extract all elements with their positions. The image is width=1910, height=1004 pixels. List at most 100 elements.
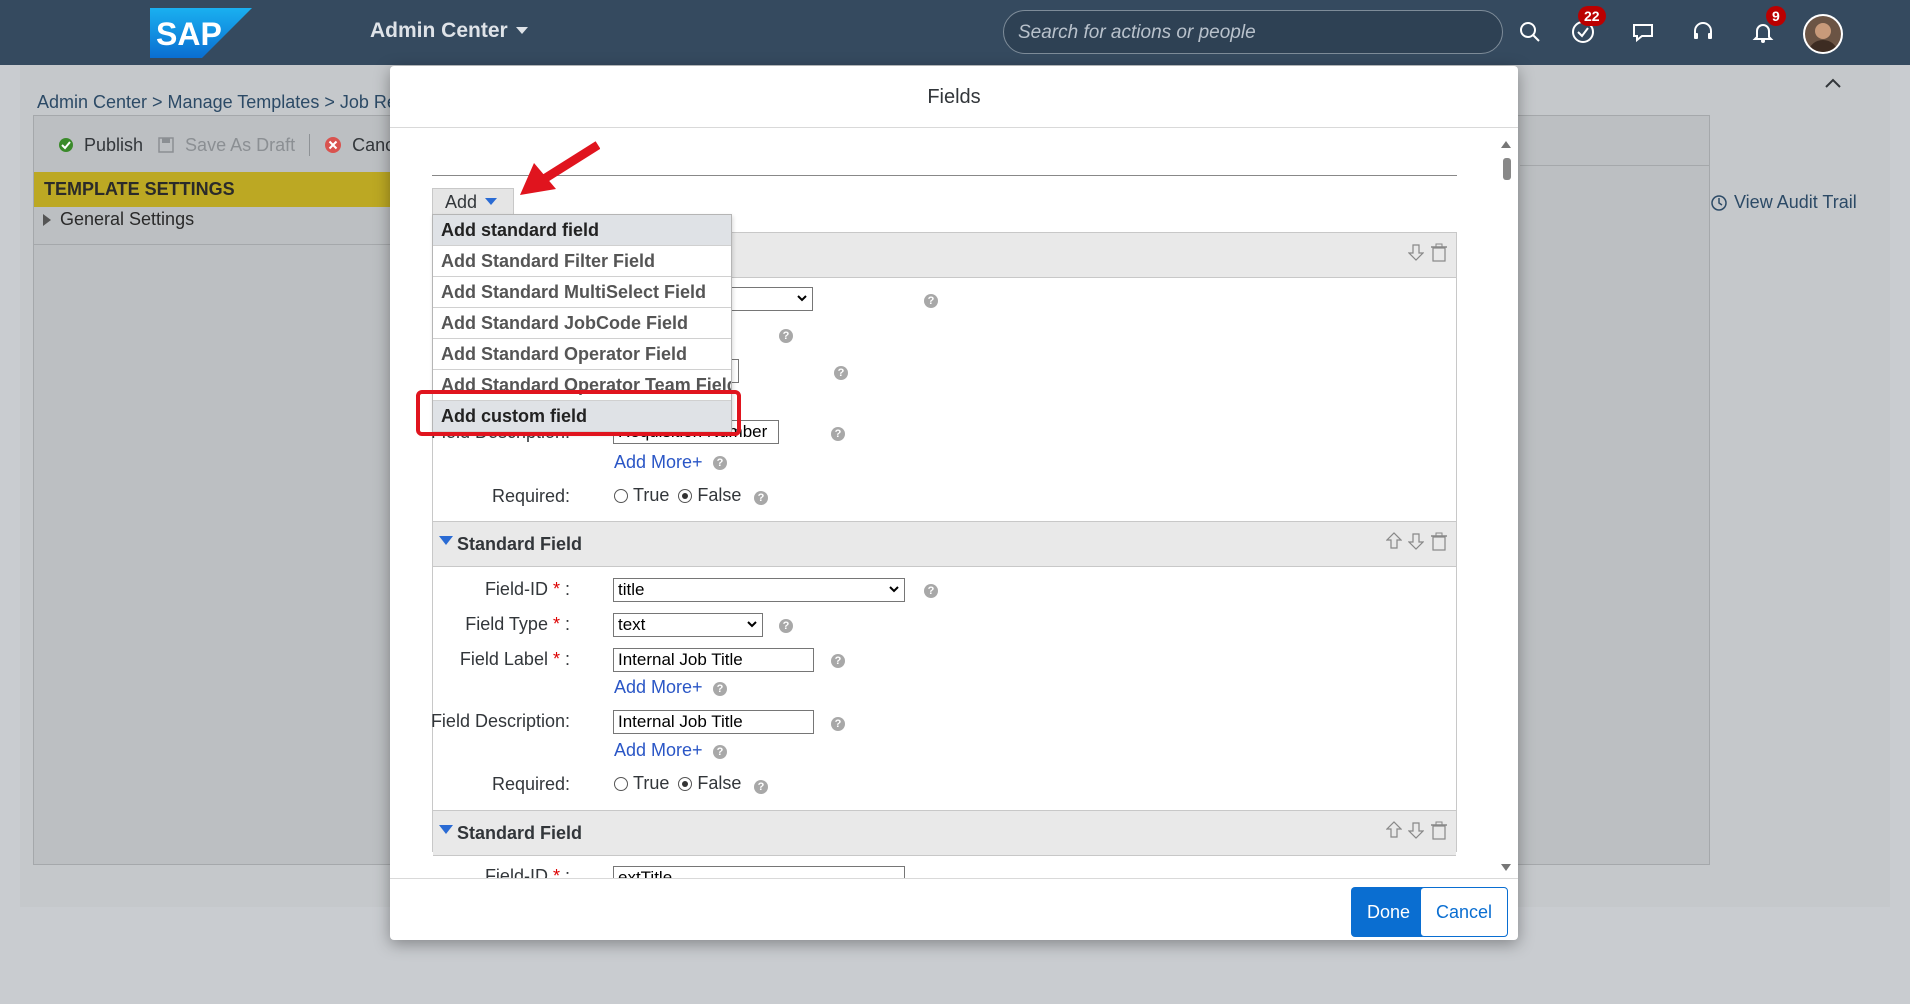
- section-title: Standard Field: [457, 534, 583, 554]
- app-title-menu[interactable]: Admin Center: [370, 19, 528, 43]
- section-actions: [1408, 243, 1448, 263]
- true-label: True: [633, 485, 670, 505]
- false-label: False: [697, 773, 742, 793]
- add-more-link[interactable]: Add More+: [614, 677, 703, 698]
- cancel-template-button[interactable]: Canc: [324, 135, 394, 156]
- cancel-button[interactable]: Cancel: [1420, 887, 1508, 937]
- add-field-label: Add: [445, 191, 478, 212]
- publish-label: Publish: [84, 134, 144, 155]
- save-as-draft-button[interactable]: Save As Draft: [157, 135, 295, 156]
- menu-item-add-standard-multiselect-field[interactable]: Add Standard MultiSelect Field: [433, 277, 731, 308]
- required-false-radio[interactable]: [678, 488, 693, 503]
- field-id-value: title: [618, 580, 645, 599]
- field-label-label: Field Label * :: [459, 649, 570, 669]
- sap-logo[interactable]: SAP: [150, 8, 252, 58]
- dialog-scrollbar[interactable]: [1498, 136, 1514, 876]
- divider: [34, 244, 394, 245]
- move-down-icon[interactable]: [1408, 243, 1424, 261]
- field-description-input[interactable]: Internal Job Title: [613, 710, 814, 734]
- required-radio-group: True False: [614, 485, 741, 506]
- check-circle-icon: [59, 138, 73, 152]
- headset-icon[interactable]: [1689, 18, 1717, 46]
- required-label: Required:: [491, 774, 570, 794]
- add-more-link[interactable]: Add More+: [614, 740, 703, 761]
- field-description-label: Field Description:: [430, 711, 570, 731]
- view-audit-trail-label: View Audit Trail: [1734, 192, 1857, 212]
- move-down-icon[interactable]: [1408, 532, 1424, 550]
- notification-badge: 9: [1766, 6, 1786, 26]
- add-field-button[interactable]: Add: [432, 188, 514, 216]
- chevron-up-icon[interactable]: [1824, 76, 1842, 94]
- true-label: True: [633, 773, 670, 793]
- search-icon[interactable]: [1516, 18, 1544, 46]
- caret-down-icon: [515, 27, 528, 34]
- move-up-icon[interactable]: [1386, 821, 1402, 839]
- help-icon[interactable]: ?: [754, 780, 768, 794]
- avatar[interactable]: [1803, 14, 1843, 54]
- menu-item-add-standard-operator-field[interactable]: Add Standard Operator Field: [433, 339, 731, 370]
- section-header[interactable]: Standard Field: [433, 521, 1456, 567]
- dialog-title: Fields: [390, 66, 1518, 128]
- help-icon[interactable]: ?: [831, 717, 845, 731]
- chat-icon[interactable]: [1629, 18, 1657, 46]
- menu-item-add-standard-jobcode-field[interactable]: Add Standard JobCode Field: [433, 308, 731, 339]
- required-label: Required:: [491, 486, 570, 506]
- field-id-label: Field-ID * :: [484, 866, 570, 878]
- delete-icon[interactable]: [1430, 243, 1448, 263]
- help-icon[interactable]: ?: [831, 427, 845, 441]
- triangle-right-icon: [43, 213, 51, 226]
- svg-text:SAP: SAP: [156, 16, 222, 52]
- help-icon[interactable]: ?: [831, 654, 845, 668]
- general-settings-item[interactable]: General Settings: [42, 209, 194, 230]
- template-toolbar: Publish Save As Draft Canc: [58, 134, 394, 156]
- dialog-footer: Done Cancel: [390, 878, 1518, 940]
- delete-icon[interactable]: [1430, 821, 1448, 841]
- move-up-icon[interactable]: [1386, 532, 1402, 550]
- divider: [1520, 165, 1710, 166]
- delete-icon[interactable]: [1430, 532, 1448, 552]
- help-icon[interactable]: ?: [779, 619, 793, 633]
- field-type-select[interactable]: text: [613, 613, 763, 637]
- collapse-triangle-icon[interactable]: [439, 536, 453, 545]
- collapse-triangle-icon[interactable]: [439, 825, 453, 834]
- chevron-down-icon: [889, 586, 899, 593]
- field-id-value: extTitle: [618, 868, 673, 878]
- help-icon[interactable]: ?: [754, 491, 768, 505]
- section-title: Standard Field: [457, 823, 583, 843]
- field-id-select[interactable]: title: [613, 578, 905, 602]
- annotation-arrow-icon: [520, 141, 600, 195]
- publish-button[interactable]: Publish: [58, 135, 143, 156]
- search-placeholder: Search for actions or people: [1018, 22, 1256, 43]
- section-actions: [1386, 821, 1448, 841]
- help-icon[interactable]: ?: [924, 584, 938, 598]
- false-label: False: [697, 485, 742, 505]
- help-icon[interactable]: ?: [713, 682, 727, 696]
- help-icon[interactable]: ?: [779, 329, 793, 343]
- menu-item-add-standard-field[interactable]: Add standard field: [433, 215, 731, 246]
- section-actions: [1386, 532, 1448, 552]
- app-title: Admin Center: [370, 19, 508, 42]
- help-icon[interactable]: ?: [924, 294, 938, 308]
- move-down-icon[interactable]: [1408, 821, 1424, 839]
- todo-badge: 22: [1578, 6, 1606, 26]
- section-header[interactable]: Standard Field: [433, 810, 1456, 856]
- required-false-radio[interactable]: [678, 776, 693, 791]
- help-icon[interactable]: ?: [713, 456, 727, 470]
- cancel-template-label: Canc: [352, 134, 395, 155]
- menu-item-add-standard-filter-field[interactable]: Add Standard Filter Field: [433, 246, 731, 277]
- done-button[interactable]: Done: [1351, 887, 1426, 937]
- help-icon[interactable]: ?: [834, 366, 848, 380]
- breadcrumb[interactable]: Admin Center > Manage Templates > Job Re…: [37, 92, 407, 113]
- field-id-select[interactable]: extTitle: [613, 866, 905, 878]
- add-more-link[interactable]: Add More+: [614, 452, 703, 473]
- required-true-radio[interactable]: [614, 488, 628, 503]
- template-settings-header: TEMPLATE SETTINGS: [34, 172, 394, 207]
- help-icon[interactable]: ?: [713, 745, 727, 759]
- search-input[interactable]: Search for actions or people: [1003, 10, 1503, 54]
- history-icon: [1711, 194, 1727, 211]
- required-radio-group: True False: [614, 773, 741, 794]
- save-icon: [158, 137, 174, 153]
- required-true-radio[interactable]: [614, 776, 628, 791]
- view-audit-trail-link[interactable]: View Audit Trail: [1710, 192, 1857, 213]
- field-label-input[interactable]: Internal Job Title: [613, 648, 814, 672]
